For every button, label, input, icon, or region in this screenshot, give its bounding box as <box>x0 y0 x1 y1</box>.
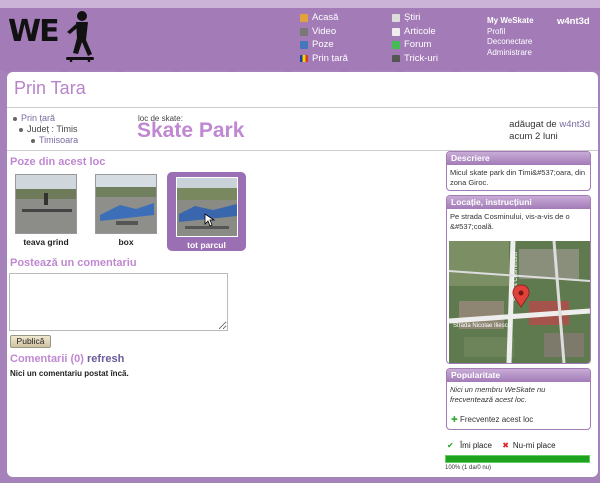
location-text: Pe strada Cosminului, vis-a-vis de o &#5… <box>450 212 570 231</box>
breadcrumb-city[interactable]: Timisoara <box>31 135 78 146</box>
main-nav-right: Știri Articole Forum Trick-uri <box>392 11 438 65</box>
added-by-label: adăugat de <box>509 119 557 130</box>
photo-image[interactable] <box>95 174 157 234</box>
photo-thumb-selected[interactable]: tot parcul <box>167 172 246 251</box>
popularity-meter <box>445 455 590 463</box>
photo-caption[interactable]: box <box>92 237 160 247</box>
photo-icon <box>300 41 308 49</box>
like-button[interactable]: ✔ Îmi place <box>447 441 496 450</box>
user-menu-profile[interactable]: Profil <box>487 27 534 38</box>
breadcrumb: Prin țară Județ : Timis Timisoara <box>13 113 78 146</box>
added-time: acum 2 luni <box>509 131 558 142</box>
nav-news[interactable]: Știri <box>392 11 438 25</box>
nav-video[interactable]: Video <box>300 25 348 39</box>
photo-thumb[interactable]: box <box>92 174 160 250</box>
location-map[interactable]: Strada Nicolae Iliescu Strada Cosminului <box>449 241 590 363</box>
breadcrumb-country[interactable]: Prin țară <box>13 113 78 124</box>
page-title: Prin Tara <box>14 78 86 98</box>
user-menu-myweskate[interactable]: My WeSkate <box>487 16 534 27</box>
check-icon: ✔ <box>447 441 454 450</box>
username-label[interactable]: w4nt3d <box>557 16 590 27</box>
breadcrumb-county: Județ : Timis <box>19 124 78 135</box>
photo-caption[interactable]: teava grind <box>12 237 80 247</box>
popularity-text: Nici un membru WeSkate nu frecventează a… <box>450 385 546 404</box>
publish-button[interactable]: Publică <box>10 335 51 348</box>
comment-form-heading: Postează un comentariu <box>10 257 137 269</box>
description-title: Descriere <box>447 152 590 165</box>
added-by-user-link[interactable]: w4nt3d <box>559 119 590 130</box>
cross-icon: ✖ <box>502 441 509 450</box>
nav-forum[interactable]: Forum <box>392 38 438 52</box>
spot-name: Skate Park <box>137 119 245 142</box>
location-box: Locație, instrucțiuni Pe strada Cosminul… <box>446 195 591 364</box>
site-header: WE Acasă Video Poze Prin țară Știri Arti… <box>0 0 600 70</box>
location-title: Locație, instrucțiuni <box>447 196 590 209</box>
header-top-stripe <box>0 0 600 8</box>
comment-textarea[interactable] <box>9 273 228 331</box>
nav-home[interactable]: Acasă <box>300 11 348 25</box>
popularity-box: Popularitate Nici un membru WeSkate nu f… <box>446 368 591 430</box>
home-icon <box>300 14 308 22</box>
photo-image[interactable] <box>175 177 238 237</box>
photos-heading: Poze din acest loc <box>10 156 106 168</box>
user-menu: My WeSkate Profil Deconectare Administra… <box>487 16 534 58</box>
nav-articles[interactable]: Articole <box>392 25 438 39</box>
dislike-button[interactable]: ✖ Nu-mi place <box>502 441 559 450</box>
nav-photos[interactable]: Poze <box>300 38 348 52</box>
user-menu-logout[interactable]: Deconectare <box>487 37 534 48</box>
frequent-link[interactable]: ✚ Frecventez acest loc <box>451 415 533 424</box>
user-menu-admin[interactable]: Administrare <box>487 48 534 59</box>
popularity-title: Popularitate <box>447 369 590 382</box>
photo-thumb[interactable]: teava grind <box>12 174 80 250</box>
map-street-label: Strada Nicolae Iliescu <box>453 323 511 329</box>
document-icon <box>392 27 400 36</box>
title-divider <box>7 107 598 108</box>
content-panel: Prin Tara Prin țară Județ : Timis Timiso… <box>7 72 598 477</box>
description-box: Descriere Micul skate park din Timi&#537… <box>446 151 591 191</box>
site-logo[interactable]: WE <box>8 14 60 49</box>
newspaper-icon <box>392 14 400 22</box>
plus-icon: ✚ <box>451 415 458 424</box>
skater-logo-icon <box>66 11 94 62</box>
vote-row: ✔ Îmi place ✖ Nu-mi place <box>447 441 564 450</box>
popularity-score: 100% (1 da/0 nu) <box>445 465 492 471</box>
main-nav-left: Acasă Video Poze Prin țară <box>300 11 348 65</box>
refresh-link[interactable]: refresh <box>87 353 124 365</box>
comments-count: Comentarii (0) <box>10 353 84 365</box>
photo-caption[interactable]: tot parcul <box>167 240 246 250</box>
film-icon <box>300 27 308 36</box>
no-comments-text: Nici un comentariu postat încă. <box>10 369 129 378</box>
forum-icon <box>392 41 400 49</box>
photo-image[interactable] <box>15 174 77 234</box>
description-text: Micul skate park din Timi&#537;oara, din… <box>450 168 586 187</box>
added-info: adăugat de w4nt3d acum 2 luni <box>509 119 590 143</box>
comments-heading: Comentarii (0) refresh <box>10 353 124 365</box>
